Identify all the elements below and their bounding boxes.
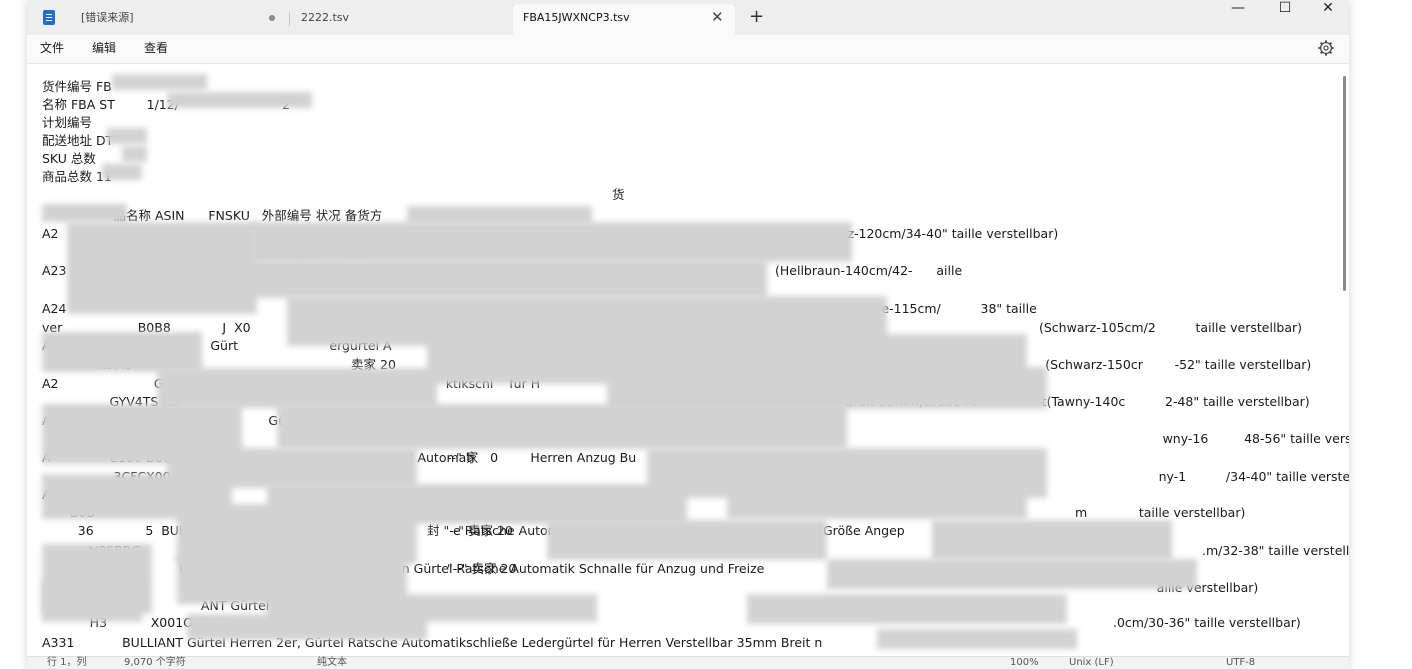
menu-edit[interactable]: 编辑 xyxy=(92,40,116,56)
unsaved-dot-icon xyxy=(269,15,275,21)
tab-label: 2222.tsv xyxy=(301,11,350,24)
status-zoom: 100% xyxy=(1010,657,1039,668)
tab-2222-tsv[interactable]: 2222.tsv xyxy=(291,4,509,35)
tab-error-source[interactable]: [错误来源] xyxy=(71,4,286,35)
maximize-button[interactable]: ☐ xyxy=(1265,0,1305,32)
redaction-blur xyxy=(107,128,147,144)
status-bar: 行 1，列 9,070 个字符 纯文本 100% Unix (LF) UTF-8 xyxy=(27,656,1349,669)
new-tab-button[interactable]: + xyxy=(749,6,764,28)
menu-bar: 文件 编辑 查看 xyxy=(27,35,1349,64)
redaction-blur xyxy=(112,74,207,90)
editor-line-fragment: .0cm/30-36" taille verstellbar) xyxy=(1113,615,1301,630)
title-bar: [错误来源] 2222.tsv FBA15JWXNCP3.tsv ✕ + — ☐… xyxy=(27,0,1349,35)
close-window-button[interactable]: ✕ xyxy=(1308,0,1348,32)
redaction-blur xyxy=(42,582,142,622)
editor-line: 货件编号 FB xyxy=(42,79,112,94)
redaction-blur xyxy=(102,164,142,180)
redaction-blur xyxy=(932,520,1172,560)
editor-line-fragment: (Schwarz-105cm/2 taille verstellbar) xyxy=(1039,320,1303,335)
editor-line-fragment: (Hellbraun-140cm/42- aille xyxy=(775,263,963,278)
maximize-icon: ☐ xyxy=(1278,0,1292,16)
editor-line-fragment: --" 家 0 xyxy=(447,450,499,465)
close-tab-icon[interactable]: ✕ xyxy=(711,4,724,31)
editor-line: 计划编号 xyxy=(42,115,93,130)
status-encoding: UTF-8 xyxy=(1226,657,1256,668)
editor-line-fragment: .m/32-38" taille verstellbar) xyxy=(1202,543,1349,558)
vertical-scrollbar[interactable] xyxy=(1343,76,1346,291)
redaction-blur xyxy=(727,484,1027,519)
gear-icon[interactable] xyxy=(1317,39,1335,57)
redaction-blur xyxy=(747,594,1067,624)
redaction-blur xyxy=(122,146,147,162)
editor-line-fragment: wny-16 48-56" taille verstellbar) xyxy=(1162,431,1349,446)
editor-line: 配送地址 DT xyxy=(42,133,114,148)
editor-line-fragment: 封 "--" 卖家 20 xyxy=(427,523,513,538)
redaction-blur xyxy=(607,367,1047,409)
tab-separator xyxy=(289,12,290,26)
editor-line: A331 BULLIANT Gürtel Herren 2er, Gürtel … xyxy=(42,635,823,650)
editor-line-fragment: ny-1 /34-40" taille verstellbar) xyxy=(1158,469,1349,484)
tab-fba15jwxncp3-tsv[interactable]: FBA15JWXNCP3.tsv ✕ xyxy=(513,4,735,35)
redaction-blur xyxy=(877,629,1077,649)
editor-line-fragment: "--" 卖家 20 xyxy=(447,561,517,576)
minimize-button[interactable]: — xyxy=(1218,0,1258,32)
redaction-blur xyxy=(827,559,1197,589)
redaction-blur xyxy=(42,204,127,222)
notepad-window: [错误来源] 2222.tsv FBA15JWXNCP3.tsv ✕ + — ☐… xyxy=(27,0,1349,669)
redaction-blur xyxy=(207,260,767,298)
menu-file[interactable]: 文件 xyxy=(40,40,64,56)
text-editor-area[interactable]: 货件编号 FB名称 FBA ST 1/12/ 2计划编号配送地址 DTSKU 总… xyxy=(27,64,1349,656)
status-char-count: 9,070 个字符 xyxy=(124,657,186,668)
tab-label: FBA15JWXNCP3.tsv xyxy=(523,11,630,24)
tab-label: [错误来源] xyxy=(81,11,134,24)
redaction-blur xyxy=(157,368,437,408)
redaction-blur xyxy=(277,404,847,449)
status-file-type: 纯文本 xyxy=(317,657,347,668)
status-line-ending: Unix (LF) xyxy=(1069,657,1114,668)
redaction-blur xyxy=(252,222,852,262)
close-icon: ✕ xyxy=(1322,0,1334,16)
minimize-icon: — xyxy=(1231,0,1245,16)
redaction-blur xyxy=(42,332,202,372)
redaction-blur xyxy=(167,92,312,108)
notepad-app-icon xyxy=(43,10,55,25)
editor-line: SKU 总数 xyxy=(42,151,96,166)
status-cursor-position: 行 1，列 xyxy=(47,657,87,668)
menu-view[interactable]: 查看 xyxy=(144,40,168,56)
redaction-blur xyxy=(187,614,427,640)
editor-line-fragment: 货 xyxy=(612,187,625,202)
redaction-blur xyxy=(547,520,827,560)
